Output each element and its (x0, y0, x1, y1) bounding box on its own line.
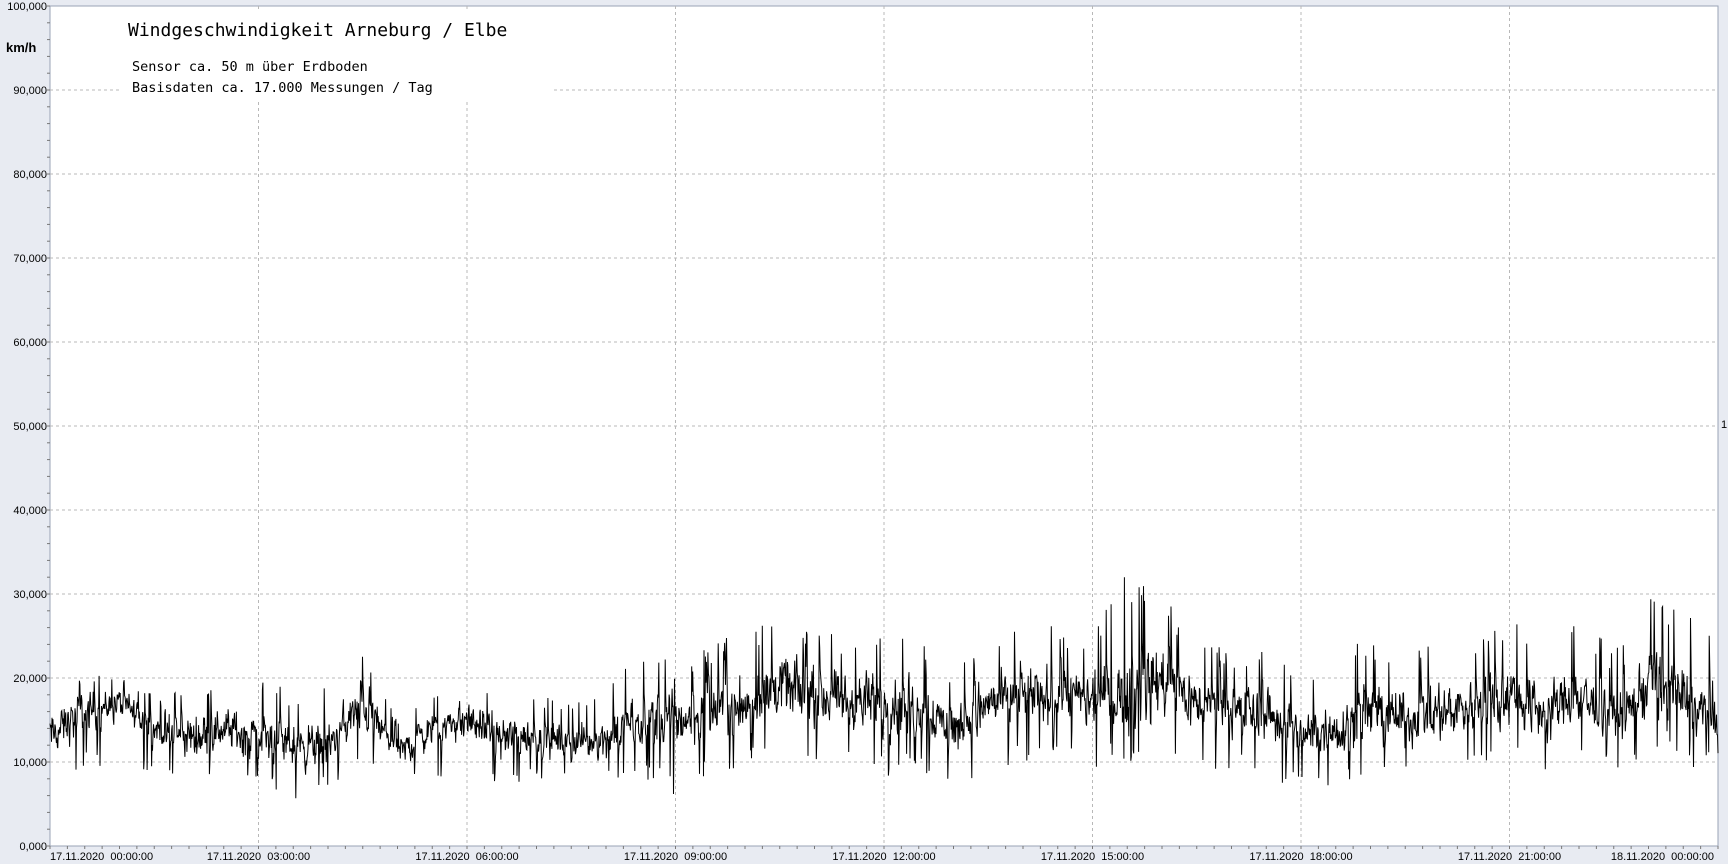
y-tick-label: 50,000 (13, 421, 47, 433)
chart-svg: 0,000 10,000 20,000 30,000 40,000 50,000 60,00… (6, 1, 1727, 863)
y-tick-label: 70,000 (13, 253, 47, 265)
y-tick-label: 0,000 (19, 841, 47, 853)
x-tick-label: 17.11.2020 15:00:00 (1041, 851, 1144, 863)
y-axis-unit-label: km/h (6, 40, 36, 55)
y-tick-label: 10,000 (13, 757, 47, 769)
y-tick-label: 100,000 (7, 1, 47, 13)
x-tick-label: 17.11.2020 12:00:00 (832, 851, 935, 863)
right-edge-label: 1 (1721, 419, 1727, 431)
chart-title: Windgeschwindigkeit Arneburg / Elbe (128, 20, 507, 41)
y-tick-label: 90,000 (13, 85, 47, 97)
x-tick-label: 17.11.2020 00:00:00 (50, 851, 153, 863)
x-tick-label: 17.11.2020 18:00:00 (1249, 851, 1352, 863)
y-tick-label: 20,000 (13, 673, 47, 685)
x-tick-label: 17.11.2020 03:00:00 (207, 851, 310, 863)
chart-subtitle-sensor: Sensor ca. 50 m über Erdboden (132, 59, 368, 75)
chart-subtitle-basisdaten: Basisdaten ca. 17.000 Messungen / Tag (132, 80, 433, 96)
x-tick-label: 18.11.2020 00:00:00 (1611, 851, 1714, 863)
y-tick-label: 30,000 (13, 589, 47, 601)
x-tick-label: 17.11.2020 06:00:00 (415, 851, 518, 863)
y-tick-label: 60,000 (13, 337, 47, 349)
x-tick-label: 17.11.2020 09:00:00 (624, 851, 727, 863)
y-tick-label: 40,000 (13, 505, 47, 517)
chart: 0,000 10,000 20,000 30,000 40,000 50,000 60,00… (0, 0, 1728, 864)
x-tick-label: 17.11.2020 21:00:00 (1458, 851, 1561, 863)
y-tick-label: 80,000 (13, 169, 47, 181)
